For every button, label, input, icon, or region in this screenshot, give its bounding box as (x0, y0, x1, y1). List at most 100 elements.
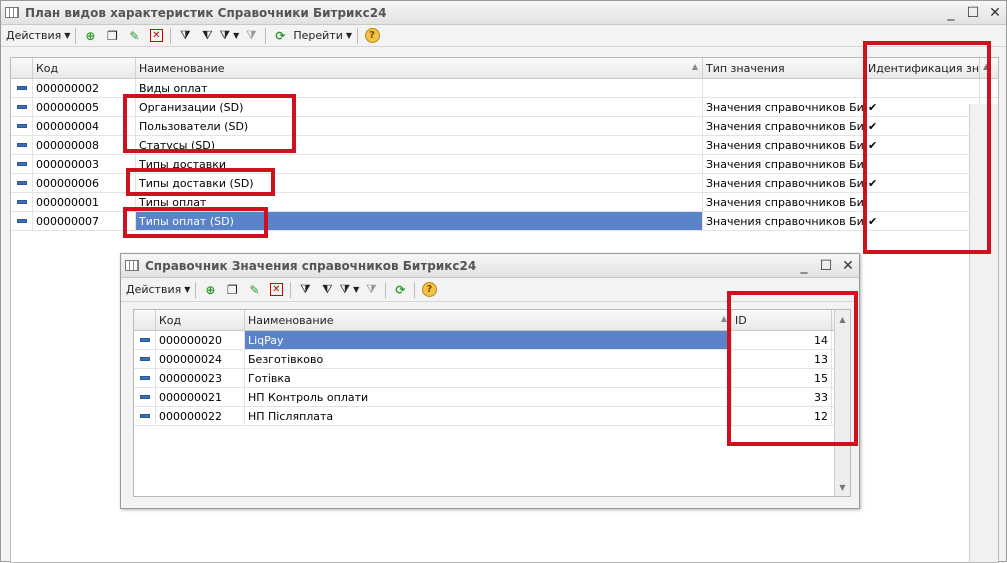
value-type-cell: Значения справочников Бит... (703, 174, 865, 192)
code-cell: 000000021 (156, 388, 245, 406)
value-type-cell: Значения справочников Бит... (703, 136, 865, 154)
code-cell: 000000001 (33, 193, 136, 211)
column-header-value-type[interactable]: Тип значения (703, 58, 865, 78)
actions-label: Действия (6, 29, 62, 42)
code-cell: 000000006 (33, 174, 136, 192)
row-marker-icon (11, 212, 33, 230)
highlight-box (123, 94, 296, 153)
main-titlebar: План видов характеристик Справочники Бит… (1, 1, 1006, 25)
copy-icon[interactable]: ❐ (223, 281, 241, 299)
separator (414, 281, 416, 298)
filter-by-value-icon[interactable]: ⧨ (318, 281, 336, 299)
delete-button[interactable]: ✕ (267, 281, 285, 299)
child-title: Справочник Значения справочников Битрикс… (145, 258, 477, 273)
clear-filter-icon[interactable]: ⧩ (242, 27, 260, 45)
child-window: Справочник Значения справочников Битрикс… (120, 253, 860, 509)
code-cell: 000000002 (33, 79, 136, 97)
code-cell: 000000022 (156, 407, 245, 425)
highlight-box (126, 168, 275, 196)
chevron-down-icon: ▼ (184, 285, 191, 294)
scroll-down-icon[interactable]: ▼ (835, 483, 850, 492)
add-icon[interactable]: ⊕ (201, 281, 219, 299)
separator (265, 27, 267, 44)
actions-label: Действия (126, 283, 182, 296)
marker-column-header (134, 310, 156, 330)
table-icon (125, 260, 139, 271)
row-marker-icon (11, 193, 33, 211)
edit-icon[interactable]: ✎ (245, 281, 263, 299)
delete-icon: ✕ (269, 283, 283, 296)
actions-menu-button[interactable]: Действия ▼ (126, 281, 190, 299)
name-cell: Безготівково (245, 350, 732, 368)
minimize-button[interactable]: _ (940, 5, 962, 21)
code-cell: 000000024 (156, 350, 245, 368)
value-type-cell: Значения справочников Бит... (703, 117, 865, 135)
refresh-icon[interactable]: ⟳ (271, 27, 289, 45)
separator (290, 281, 292, 298)
close-button[interactable]: ✕ (984, 5, 1006, 21)
goto-menu-button[interactable]: Перейти ▼ (293, 27, 352, 45)
column-header-name-label: Наименование (139, 62, 225, 75)
main-toolbar: Действия ▼ ⊕ ❐ ✎ ✕ ⧩ ⧨ ⧩ ▼ ⧩ ⟳ Перейти ▼ ? (1, 25, 1006, 47)
separator (195, 281, 197, 298)
row-marker-icon (11, 136, 33, 154)
value-type-cell: Значения справочников Бит... (703, 193, 865, 211)
main-title: План видов характеристик Справочники Бит… (25, 5, 387, 20)
column-header-code[interactable]: Код (156, 310, 245, 330)
column-header-name[interactable]: Наименование ▲ (245, 310, 732, 330)
highlight-box (727, 291, 858, 446)
row-marker-icon (134, 407, 156, 425)
sort-ascending-icon: ▲ (691, 62, 698, 71)
filter-list-icon[interactable]: ⧩ ▼ (219, 27, 239, 45)
code-cell: 000000004 (33, 117, 136, 135)
edit-icon[interactable]: ✎ (125, 27, 143, 45)
add-icon[interactable]: ⊕ (81, 27, 99, 45)
maximize-button[interactable]: ☐ (962, 5, 984, 21)
help-button[interactable]: ? (420, 281, 438, 299)
highlight-box (123, 207, 268, 238)
separator (357, 27, 359, 44)
goto-label: Перейти (293, 29, 343, 42)
row-marker-icon (134, 388, 156, 406)
row-marker-icon (11, 117, 33, 135)
copy-icon[interactable]: ❐ (103, 27, 121, 45)
separator (170, 27, 172, 44)
value-type-cell: Значения справочников Бит... (703, 155, 865, 173)
value-type-cell: Значения справочников Бит... (703, 212, 865, 230)
filter-icon[interactable]: ⧩ (296, 281, 314, 299)
row-marker-icon (11, 98, 33, 116)
row-marker-icon (134, 350, 156, 368)
code-cell: 000000008 (33, 136, 136, 154)
row-marker-icon (11, 174, 33, 192)
refresh-icon[interactable]: ⟳ (391, 281, 409, 299)
row-marker-icon (134, 369, 156, 387)
value-type-cell (703, 79, 865, 97)
delete-button[interactable]: ✕ (147, 27, 165, 45)
main-table-header: Код Наименование ▲ Тип значения Идентифик… (11, 58, 998, 79)
actions-menu-button[interactable]: Действия ▼ (6, 27, 70, 45)
row-marker-icon (134, 331, 156, 349)
code-cell: 000000005 (33, 98, 136, 116)
separator (75, 27, 77, 44)
minimize-button[interactable]: _ (793, 258, 815, 274)
filter-icon[interactable]: ⧩ (176, 27, 194, 45)
chevron-down-icon: ▼ (64, 31, 71, 40)
filter-list-icon[interactable]: ⧩ ▼ (339, 281, 359, 299)
row-marker-icon (11, 155, 33, 173)
maximize-button[interactable]: ☐ (815, 258, 837, 274)
chevron-down-icon: ▼ (345, 31, 353, 40)
code-cell: 000000007 (33, 212, 136, 230)
filter-by-value-icon[interactable]: ⧨ (198, 27, 216, 45)
column-header-code[interactable]: Код (33, 58, 136, 78)
name-cell: НП Контроль оплати (245, 388, 732, 406)
name-cell: LiqPay (245, 331, 732, 349)
child-titlebar: Справочник Значения справочников Битрикс… (121, 254, 859, 278)
help-icon: ? (364, 28, 380, 43)
code-cell: 000000023 (156, 369, 245, 387)
row-marker-icon (11, 79, 33, 97)
highlight-box (863, 41, 991, 254)
clear-filter-icon[interactable]: ⧩ (362, 281, 380, 299)
help-button[interactable]: ? (363, 27, 381, 45)
close-button[interactable]: ✕ (837, 258, 859, 274)
column-header-name[interactable]: Наименование ▲ (136, 58, 703, 78)
